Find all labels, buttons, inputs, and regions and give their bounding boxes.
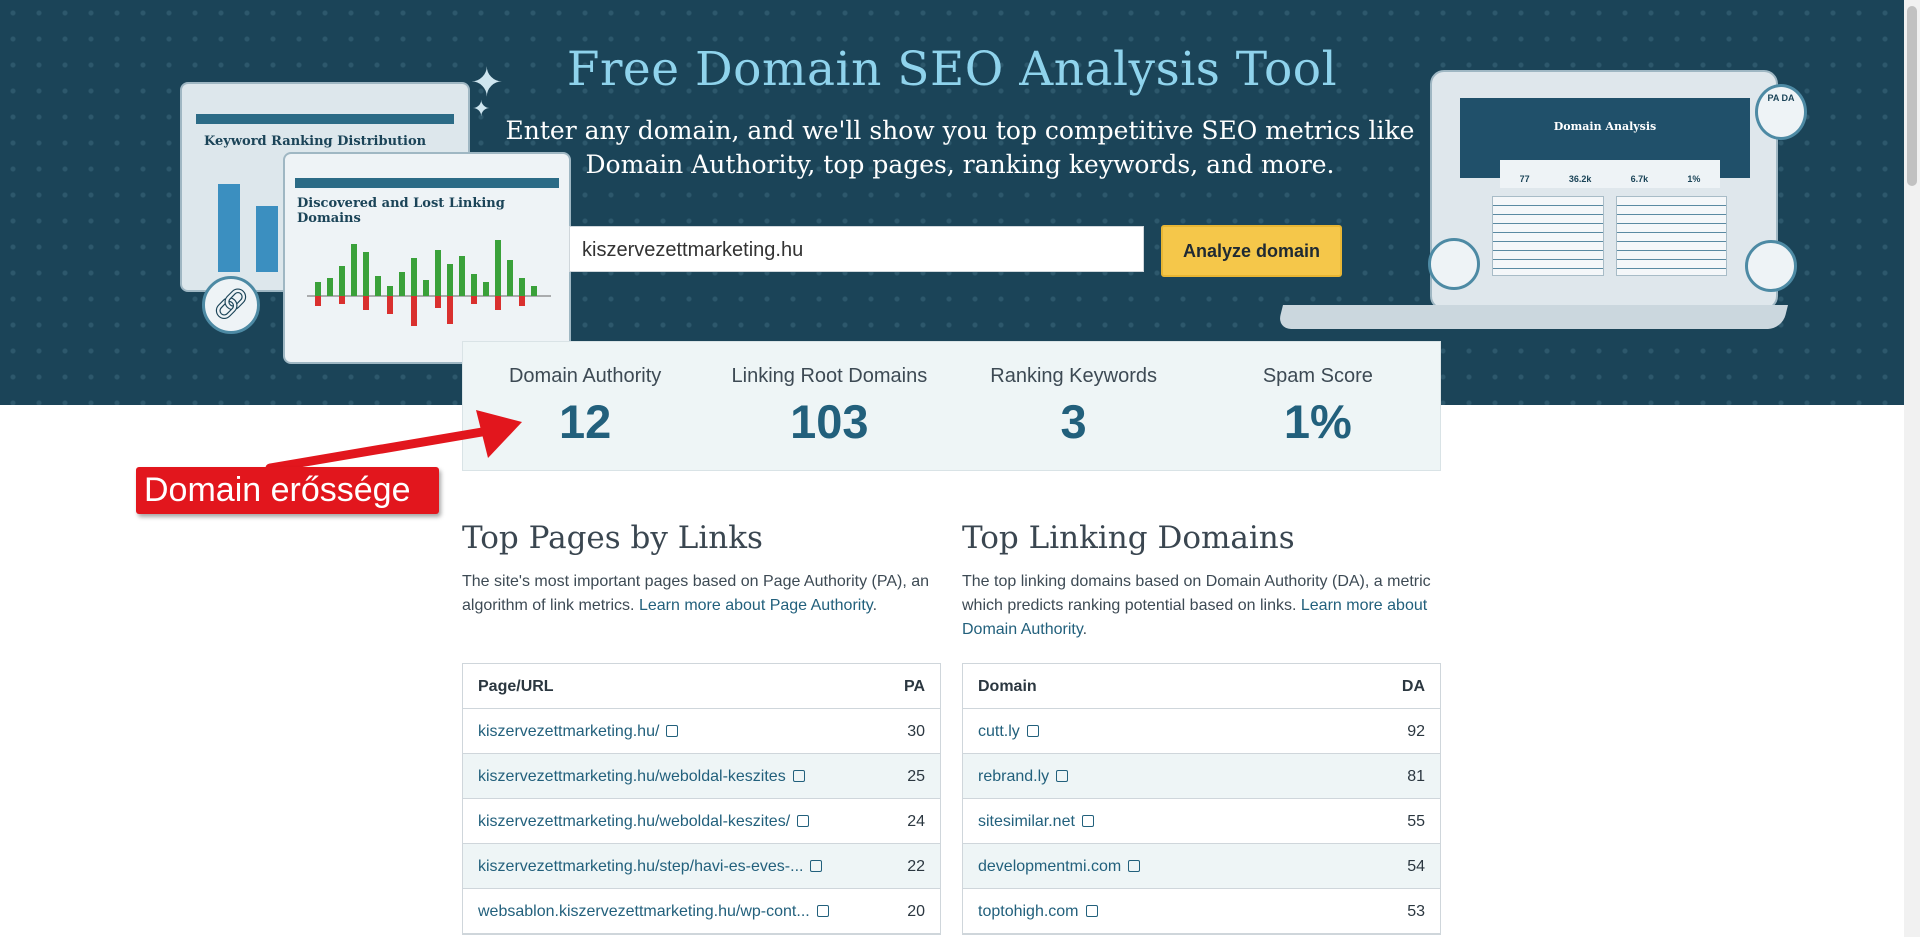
metric-label: Domain Authority — [508, 365, 662, 387]
laptop-metric: 77 — [1519, 174, 1530, 184]
pa-value: 20 — [907, 903, 925, 920]
metric-spam-score: Spam Score 1% — [1196, 342, 1440, 470]
da-value: 54 — [1407, 858, 1425, 875]
pa-value: 24 — [907, 813, 925, 830]
laptop-metrics-graphic: 77 36.2k 6.7k 1% — [1500, 160, 1720, 188]
laptop-metric: 36.2k — [1568, 174, 1592, 184]
url-text: kiszervezettmarketing.hu/weboldal-keszit… — [478, 813, 791, 830]
pa-value: 30 — [907, 723, 925, 740]
url-text: kiszervezettmarketing.hu/weboldal-keszit… — [478, 768, 786, 785]
domain-text: toptohigh.com — [978, 903, 1079, 920]
domain-link[interactable]: sitesimilar.net — [978, 799, 1094, 843]
external-link-icon — [792, 770, 805, 782]
external-link-icon — [797, 815, 810, 827]
table-row: kiszervezettmarketing.hu/weboldal-keszit… — [463, 754, 940, 799]
laptop-screen-title: Domain Analysis — [1553, 120, 1657, 133]
scrollbar[interactable] — [1904, 0, 1920, 937]
table-row: toptohigh.com 53 — [963, 889, 1440, 934]
table-row: kiszervezettmarketing.hu/step/havi-es-ev… — [463, 844, 940, 889]
external-link-icon — [816, 905, 829, 917]
domain-link[interactable]: rebrand.ly — [978, 754, 1069, 798]
top-domains-table: Domain DA cutt.ly 92 rebrand.ly 81 sites… — [962, 663, 1441, 935]
annotation-label: Domain erőssége — [136, 467, 439, 514]
pa-value: 25 — [907, 768, 925, 785]
table-row: websablon.kiszervezettmarketing.hu/wp-co… — [463, 889, 940, 934]
page-title: Free Domain SEO Analysis Tool — [566, 42, 1338, 97]
table-row: kiszervezettmarketing.hu/weboldal-keszit… — [463, 799, 940, 844]
da-value: 92 — [1407, 723, 1425, 740]
metric-value: 103 — [790, 395, 869, 448]
top-pages-section: Top Pages by Links The site's most impor… — [462, 520, 941, 618]
page-url-link[interactable]: websablon.kiszervezettmarketing.hu/wp-co… — [478, 889, 829, 933]
pa-value: 22 — [907, 858, 925, 875]
subtitle-line: Domain Authority, top pages, ranking key… — [585, 150, 1335, 179]
external-link-icon — [1128, 860, 1141, 872]
external-link-icon — [1056, 770, 1069, 782]
analyze-domain-button[interactable]: Analyze domain — [1161, 225, 1342, 277]
da-value: 55 — [1407, 813, 1425, 830]
external-link-icon — [1026, 725, 1039, 737]
page-url-link[interactable]: kiszervezettmarketing.hu/weboldal-keszit… — [478, 799, 810, 843]
scrollbar-thumb[interactable] — [1907, 6, 1917, 186]
domain-link[interactable]: toptohigh.com — [978, 889, 1098, 933]
section-title: Top Linking Domains — [962, 520, 1295, 556]
domain-link[interactable]: cutt.ly — [978, 709, 1039, 753]
column-header-url[interactable]: Page/URL — [478, 664, 554, 708]
external-link-icon — [666, 725, 679, 737]
url-text: websablon.kiszervezettmarketing.hu/wp-co… — [478, 903, 810, 920]
domain-link[interactable]: developmentmi.com — [978, 844, 1141, 888]
column-header-pa[interactable]: PA — [904, 664, 925, 708]
column-header-da[interactable]: DA — [1402, 664, 1425, 708]
table-header: Domain DA — [963, 664, 1440, 709]
domain-text: rebrand.ly — [978, 768, 1050, 785]
linking-domains-illustration: Discovered and Lost Linking Domains — [283, 152, 571, 364]
learn-more-page-authority-link[interactable]: Learn more about Page Authority — [639, 597, 873, 614]
table-header: Page/URL PA — [463, 664, 940, 709]
laptop-base-graphic — [1277, 305, 1788, 329]
url-text: kiszervezettmarketing.hu/ — [478, 723, 660, 740]
page-url-link[interactable]: kiszervezettmarketing.hu/weboldal-keszit… — [478, 754, 805, 798]
metric-label: Spam Score — [1262, 365, 1373, 387]
laptop-tables-graphic — [1492, 196, 1727, 276]
metric-linking-root-domains: Linking Root Domains 103 — [707, 342, 951, 470]
bar-chart-icon — [1745, 240, 1797, 292]
external-link-icon — [1085, 905, 1098, 917]
page: Keyword Ranking Distribution Discovered … — [0, 0, 1920, 937]
page-subtitle: Enter any domain, and we'll show you top… — [460, 114, 1460, 182]
domain-text: cutt.ly — [978, 723, 1020, 740]
laptop-metric: 6.7k — [1630, 174, 1649, 184]
section-description: The site's most important pages based on… — [462, 573, 930, 614]
subtitle-line: Enter any domain, and we'll show you top… — [505, 116, 1415, 145]
da-value: 81 — [1407, 768, 1425, 785]
table-row: developmentmi.com 54 — [963, 844, 1440, 889]
metric-label: Ranking Keywords — [990, 365, 1157, 387]
metric-value: 1% — [1283, 395, 1352, 448]
link-icon: 🔗︎ — [202, 276, 260, 334]
metric-value: 3 — [1060, 395, 1087, 448]
table-row: kiszervezettmarketing.hu/ 30 — [463, 709, 940, 754]
metrics-panel: Domain Authority 12 Linking Root Domains… — [462, 341, 1441, 471]
da-value: 53 — [1407, 903, 1425, 920]
external-link-icon — [1081, 815, 1094, 827]
metric-label: Linking Root Domains — [731, 365, 928, 387]
top-domains-section: Top Linking Domains The top linking doma… — [962, 520, 1441, 642]
linking-domains-graphic — [307, 240, 551, 326]
search-icon — [1428, 238, 1480, 290]
domain-text: sitesimilar.net — [978, 813, 1075, 830]
domain-search-input[interactable]: kiszervezettmarketing.hu — [569, 226, 1144, 272]
table-row: cutt.ly 92 — [963, 709, 1440, 754]
external-link-icon — [810, 860, 823, 872]
page-url-link[interactable]: kiszervezettmarketing.hu/ — [478, 709, 679, 753]
section-description: The top linking domains based on Domain … — [962, 573, 1431, 638]
table-row: rebrand.ly 81 — [963, 754, 1440, 799]
laptop-metric: 1% — [1687, 174, 1701, 184]
section-title: Top Pages by Links — [462, 520, 763, 556]
domain-text: developmentmi.com — [978, 858, 1122, 875]
url-text: kiszervezettmarketing.hu/step/havi-es-ev… — [478, 858, 804, 875]
page-url-link[interactable]: kiszervezettmarketing.hu/step/havi-es-ev… — [478, 844, 823, 888]
table-row: sitesimilar.net 55 — [963, 799, 1440, 844]
metric-ranking-keywords: Ranking Keywords 3 — [952, 342, 1196, 470]
top-pages-table: Page/URL PA kiszervezettmarketing.hu/ 30… — [462, 663, 941, 935]
column-header-domain[interactable]: Domain — [978, 664, 1037, 708]
